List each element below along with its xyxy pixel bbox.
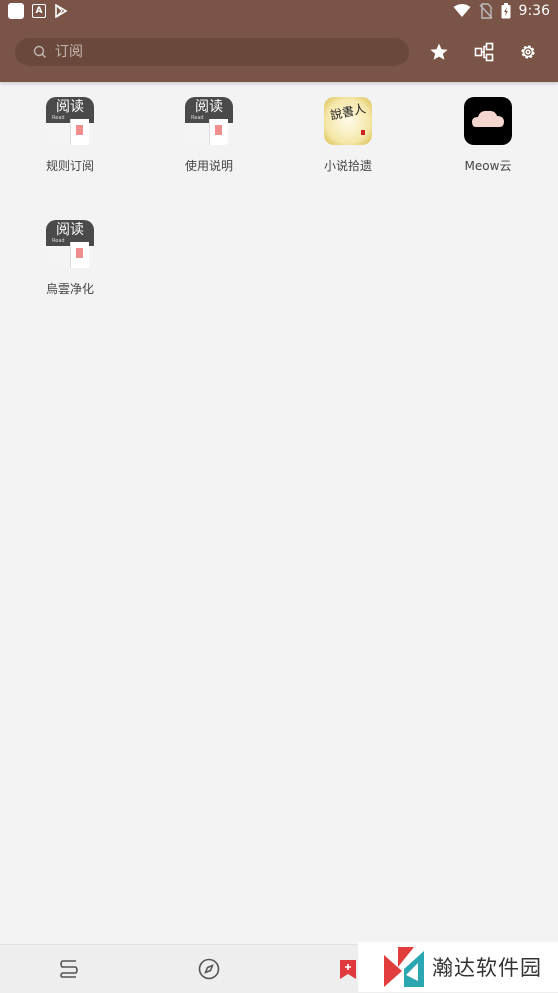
subscription-label: 使用说明 <box>184 159 233 173</box>
app-read-icon: 阅读 Read <box>46 97 94 145</box>
battery-icon <box>501 3 511 19</box>
gear-icon <box>521 45 535 59</box>
play-store-icon <box>55 4 68 18</box>
subscription-icon <box>340 960 356 979</box>
search-input[interactable] <box>53 43 377 61</box>
subscription-item[interactable]: 阅读 Read 烏雲净化 <box>10 220 130 297</box>
wifi-icon <box>453 4 471 17</box>
search-icon <box>33 45 46 58</box>
notification-a-icon: A <box>32 4 46 18</box>
subscription-label: 烏雲净化 <box>45 282 94 296</box>
nav-discover[interactable] <box>197 957 221 981</box>
share-nodes-icon <box>474 42 494 62</box>
subscription-label: Meow云 <box>464 159 512 173</box>
app-read-icon: 阅读 Read <box>46 220 94 268</box>
nav-bookshelf[interactable] <box>57 957 81 981</box>
subscription-label: 小说拾遗 <box>323 159 372 173</box>
subscription-label: 规则订阅 <box>45 159 94 173</box>
watermark-logo: 瀚达软件园 <box>358 942 558 992</box>
settings-button[interactable] <box>515 39 541 65</box>
no-sim-icon <box>479 3 493 19</box>
app-read-icon: 阅读 Read <box>185 97 233 145</box>
notification-app-icon <box>8 3 24 19</box>
watermark-text: 瀚达软件园 <box>432 956 542 980</box>
cloud-icon <box>464 97 512 145</box>
nav-subscription[interactable] <box>336 957 360 981</box>
calligraphy-icon: 說書人 <box>324 97 372 145</box>
bookshelf-icon <box>60 960 78 978</box>
watermark-logo-icon <box>384 947 424 987</box>
status-bar: A 9:36 <box>0 0 558 24</box>
top-toolbar <box>0 24 558 82</box>
subscription-item[interactable]: 阅读 Read 规则订阅 <box>10 97 130 174</box>
subscription-item[interactable]: 阅读 Read 使用说明 <box>149 97 269 174</box>
search-bar[interactable] <box>15 38 409 66</box>
compass-icon <box>198 958 220 980</box>
subscription-item[interactable]: 說書人 小说拾遗 <box>288 97 408 174</box>
favorites-button[interactable] <box>426 39 452 65</box>
clock: 9:36 <box>518 3 550 19</box>
subscription-item[interactable]: Meow云 <box>428 97 548 174</box>
star-icon <box>430 43 448 60</box>
rule-subscription-button[interactable] <box>471 39 497 65</box>
